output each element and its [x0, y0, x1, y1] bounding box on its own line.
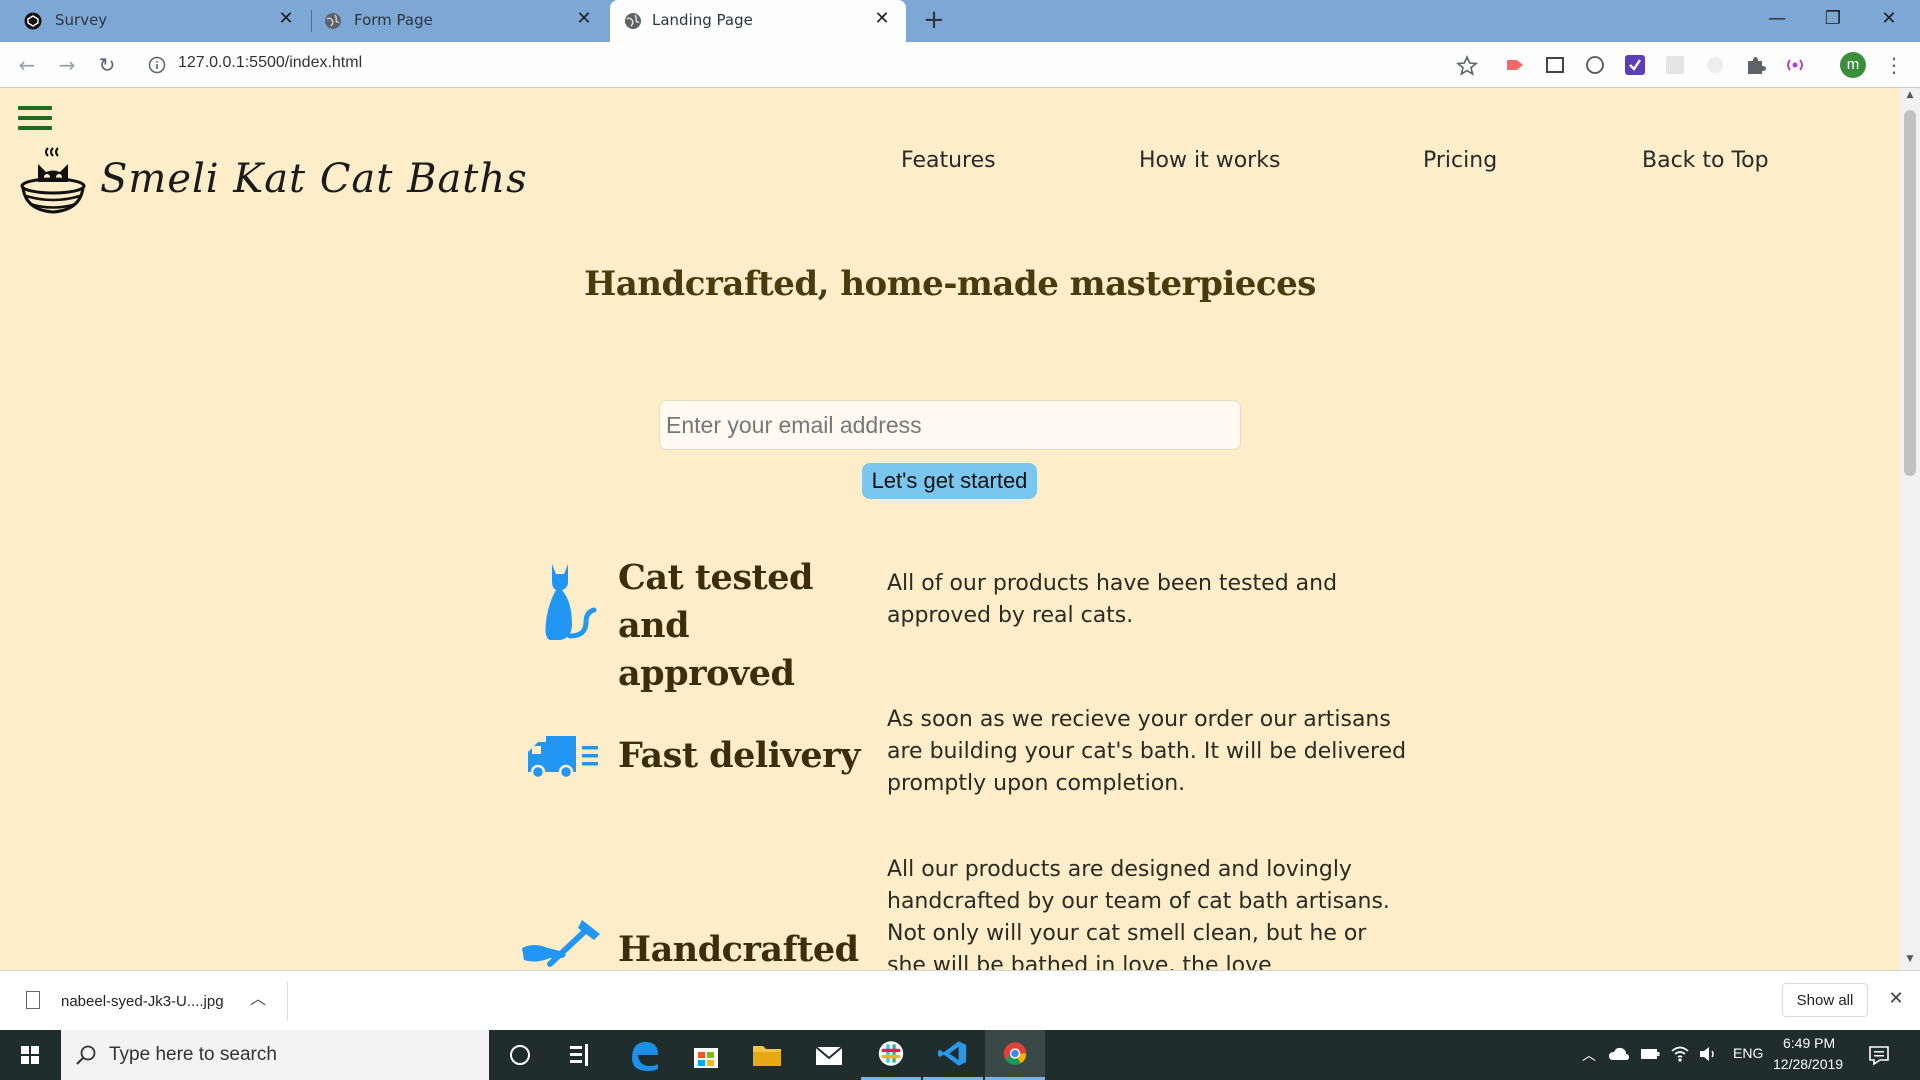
feature-title: Cat tested and approved [618, 557, 813, 694]
vscode-icon[interactable] [923, 1030, 983, 1080]
hammer-icon [522, 920, 600, 967]
nav-link-how-it-works[interactable]: How it works [1139, 148, 1280, 173]
site-name: Smeli Kat Cat Baths [100, 156, 528, 202]
page-viewport: Smeli Kat Cat Baths Features How it work… [0, 88, 1900, 970]
close-icon[interactable]: ✕ [276, 9, 296, 29]
taskbar-search-box[interactable]: Type here to search [61, 1030, 489, 1080]
slack-icon[interactable] [861, 1030, 921, 1080]
restore-icon[interactable]: ❐ [1806, 4, 1860, 34]
face-extension-icon[interactable] [1704, 54, 1726, 76]
checkmark-extension-icon[interactable] [1624, 54, 1646, 76]
browser-menu-icon[interactable]: ⋮ [1884, 52, 1904, 78]
show-all-button[interactable]: Show all [1782, 983, 1868, 1017]
extension-circle-icon[interactable] [1584, 54, 1606, 76]
window-close-icon[interactable]: ✕ [1862, 4, 1916, 34]
get-started-button[interactable]: Let's get started [862, 463, 1037, 499]
address-bar[interactable]: 127.0.0.1:5500/index.html [178, 54, 362, 72]
browser-toolbar: ← → ↻ 127.0.0.1:5500/index.html m ⋮ [0, 42, 1920, 88]
extension-arrow-icon[interactable] [1504, 54, 1526, 76]
search-icon [76, 1045, 96, 1065]
tab-title: Survey [55, 11, 108, 29]
scroll-up-arrow-icon[interactable]: ▲ [1900, 90, 1920, 104]
search-placeholder: Type here to search [109, 1044, 277, 1065]
feature-title: Handcrafted [618, 929, 859, 970]
close-icon[interactable]: ✕ [574, 9, 594, 29]
scroll-down-arrow-icon[interactable]: ▼ [1900, 954, 1920, 968]
hamburger-menu-icon[interactable] [18, 106, 52, 136]
delivery-truck-icon [528, 736, 598, 780]
puzzle-piece-icon[interactable] [1744, 54, 1766, 76]
language-indicator[interactable]: ENG [1733, 1045, 1763, 1065]
feature-title: Fast delivery [618, 735, 860, 776]
reload-icon[interactable]: ↻ [94, 52, 120, 78]
feature-description: As soon as we recieve your order our art… [887, 707, 1407, 796]
nav-link-back-to-top[interactable]: Back to Top [1642, 148, 1769, 173]
cat-icon [545, 564, 597, 640]
profile-avatar[interactable]: m [1840, 52, 1866, 78]
clock-time[interactable]: 6:49 PM [1783, 1035, 1835, 1051]
hero-title: Handcrafted, home-made masterpieces [584, 264, 1316, 304]
scrollbar-thumb[interactable] [1904, 110, 1916, 476]
windows-start-icon[interactable] [0, 1030, 60, 1080]
wifi-icon[interactable] [1670, 1045, 1690, 1063]
cat-bath-logo [20, 147, 86, 214]
divider [287, 981, 288, 1021]
onedrive-cloud-icon[interactable] [1608, 1046, 1630, 1062]
chevron-up-icon[interactable]: ︿ [1582, 1045, 1596, 1065]
store-icon[interactable] [676, 1030, 736, 1080]
close-icon[interactable]: ✕ [1884, 987, 1908, 1011]
tab-survey[interactable]: Survey ✕ [0, 0, 310, 42]
minimize-icon[interactable]: — [1750, 4, 1804, 34]
page-scrollbar[interactable]: ▲ ▼ [1900, 88, 1920, 970]
chevron-up-icon[interactable]: ︿ [248, 987, 268, 1011]
chrome-icon[interactable] [985, 1030, 1045, 1080]
close-icon[interactable]: ✕ [872, 9, 892, 29]
download-shelf: nabeel-syed-Jk3-U....jpg ︿ Show all ✕ [0, 970, 1920, 1030]
battery-icon[interactable] [1640, 1048, 1660, 1060]
download-file-name[interactable]: nabeel-syed-Jk3-U....jpg [61, 993, 224, 1010]
action-center-icon[interactable] [1868, 1044, 1890, 1066]
broadcast-icon[interactable] [1784, 54, 1806, 76]
email-field[interactable] [659, 400, 1241, 450]
cortana-icon[interactable] [490, 1030, 550, 1080]
codepen-icon [24, 12, 42, 30]
globe-icon [325, 13, 341, 29]
tab-title: Landing Page [652, 11, 753, 29]
mail-icon[interactable] [799, 1030, 859, 1080]
nav-link-features[interactable]: Features [901, 148, 996, 173]
task-view-icon[interactable] [550, 1030, 610, 1080]
clock-date[interactable]: 12/28/2019 [1773, 1056, 1843, 1072]
feature-description: All our products are designed and loving… [887, 857, 1390, 970]
globe-icon [625, 13, 641, 29]
bookmark-star-icon[interactable] [1456, 55, 1478, 77]
windows-taskbar: Type here to search ︿ ENG 6:49 PM 12/28/… [0, 1030, 1920, 1080]
edge-icon[interactable] [614, 1030, 674, 1080]
image-file-icon [26, 991, 40, 1009]
browser-tab-bar: Survey ✕ Form Page ✕ Landing Page ✕ + — … [0, 0, 1920, 42]
tab-title: Form Page [354, 11, 433, 29]
screen-capture-icon[interactable] [1544, 54, 1566, 76]
forward-arrow-icon[interactable]: → [54, 52, 80, 78]
tab-form-page[interactable]: Form Page ✕ [312, 0, 608, 42]
nav-link-pricing[interactable]: Pricing [1423, 148, 1497, 173]
tab-landing-page[interactable]: Landing Page ✕ [610, 0, 906, 42]
grid-extension-icon[interactable] [1664, 54, 1686, 76]
back-arrow-icon[interactable]: ← [14, 52, 40, 78]
new-tab-button[interactable]: + [920, 7, 948, 35]
feature-description: All of our products have been tested and… [887, 571, 1338, 628]
info-icon[interactable] [148, 56, 166, 74]
volume-icon[interactable] [1698, 1045, 1718, 1063]
file-explorer-icon[interactable] [737, 1030, 797, 1080]
